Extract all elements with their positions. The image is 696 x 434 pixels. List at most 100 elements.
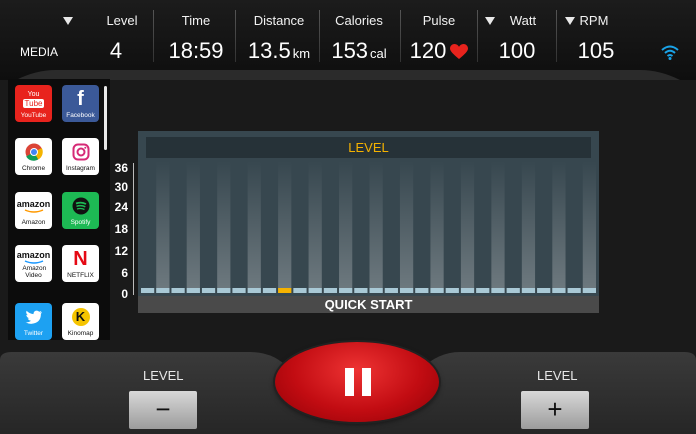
media-label[interactable]: MEDIA <box>20 45 58 59</box>
stat-rpm-value: 105 <box>577 38 615 63</box>
segment-bar <box>232 288 246 293</box>
segment-column-guide <box>308 161 322 293</box>
segment-bar <box>141 288 155 293</box>
spotify-icon <box>62 196 99 216</box>
segment-bar <box>217 288 231 293</box>
segment-column-guide <box>278 161 292 293</box>
app-netflix[interactable]: N NETFLIX <box>62 245 99 282</box>
app-chrome[interactable]: Chrome <box>15 138 52 175</box>
amazon-video-smile-icon <box>24 259 43 264</box>
program-name: QUICK START <box>138 296 599 313</box>
amazon-logo: amazon <box>16 198 51 209</box>
app-twitter-label: Twitter <box>23 330 44 337</box>
app-amazon-video-label: Amazon Video <box>22 265 47 279</box>
plus-icon: + <box>547 394 563 424</box>
app-kinomap-label: Kinomap <box>67 330 94 337</box>
segment-column-guide <box>460 161 475 293</box>
segment-bar <box>323 288 338 293</box>
app-instagram[interactable]: Instagram <box>62 138 99 175</box>
stat-time-value: 18:59 <box>168 38 224 63</box>
app-twitter[interactable]: Twitter <box>15 303 52 340</box>
stat-watt-label: Watt <box>509 13 537 28</box>
segment-bar <box>156 288 170 293</box>
segment-bar <box>460 288 475 293</box>
level-dropdown-icon[interactable] <box>63 17 73 25</box>
netflix-logo: N <box>73 247 88 270</box>
facebook-icon: f <box>62 87 99 110</box>
segment-column-guide <box>582 161 596 293</box>
stat-watt[interactable]: Watt 100 <box>478 0 556 70</box>
level-label-right: LEVEL <box>537 368 578 383</box>
app-amazon-video[interactable]: amazon Amazon Video <box>15 245 52 282</box>
stat-level[interactable]: Level 4 <box>90 0 142 70</box>
level-decrease-button[interactable]: − <box>129 391 197 429</box>
segment-bar <box>339 288 353 293</box>
stat-distance: Distance 13.5 km <box>238 0 320 70</box>
facebook-logo: f <box>77 87 84 110</box>
app-facebook[interactable]: f Facebook <box>62 85 99 122</box>
segment-bar <box>369 288 383 293</box>
amazon-video-logo: amazon <box>16 249 51 260</box>
app-netflix-label: NETFLIX <box>67 272 94 279</box>
segment-column-guide <box>247 161 261 293</box>
segment-column-guide <box>186 161 200 293</box>
segment-bar <box>537 288 551 293</box>
stat-watt-value: 100 <box>498 38 536 63</box>
heart-icon <box>450 44 469 60</box>
divider <box>400 10 401 62</box>
app-amazon[interactable]: amazon Amazon <box>15 192 52 229</box>
sidebar-scrollbar[interactable] <box>104 86 107 150</box>
y-tick-label: 36 <box>114 161 128 175</box>
segment-bar <box>567 288 581 293</box>
stat-calories-label: Calories <box>335 13 383 28</box>
app-kinomap[interactable]: K Kinomap <box>62 303 99 340</box>
segment-bar <box>521 288 536 293</box>
segment-bar <box>430 288 444 293</box>
stat-level-label: Level <box>106 13 138 28</box>
chart-title: LEVEL <box>146 137 591 158</box>
stat-calories: Calories 153 cal <box>320 0 398 70</box>
level-profile-chart: LEVEL QUICK START <box>138 131 599 313</box>
stat-time: Time 18:59 <box>158 0 234 70</box>
divider <box>153 10 154 62</box>
segment-column-guide <box>369 161 383 293</box>
stat-distance-label: Distance <box>253 13 305 28</box>
twitter-icon <box>15 307 52 327</box>
level-increase-button[interactable]: + <box>521 391 589 429</box>
y-tick-label: 30 <box>114 180 128 194</box>
segment-bar <box>552 288 566 293</box>
distance-number: 13.5 <box>247 38 291 63</box>
instagram-icon <box>62 142 99 162</box>
amazon-video-icon: amazon <box>15 247 52 267</box>
stat-time-label: Time <box>181 13 211 28</box>
segment-bar <box>171 288 185 293</box>
segment-bar <box>201 288 216 293</box>
segment-bar <box>415 288 429 293</box>
segment-column-guide <box>156 161 170 293</box>
segment-column-guide <box>217 161 231 293</box>
divider <box>235 10 236 62</box>
stat-pulse-label: Pulse <box>422 13 456 28</box>
pause-button[interactable] <box>275 342 439 422</box>
app-facebook-label: Facebook <box>66 112 95 119</box>
stat-rpm[interactable]: RPM 105 <box>558 0 634 70</box>
y-axis-line <box>133 163 134 295</box>
app-youtube[interactable]: You Tube YouTube <box>15 85 52 122</box>
segment-bar <box>506 288 520 293</box>
calories-number: 153 <box>331 38 369 63</box>
app-spotify[interactable]: Spotify <box>62 192 99 229</box>
segment-bar <box>293 288 307 293</box>
pause-icon <box>345 368 371 396</box>
pulse-number: 120 <box>409 38 447 63</box>
app-spotify-label: Spotify <box>70 219 91 226</box>
segment-column-guide <box>430 161 444 293</box>
segment-column-guide <box>521 161 536 293</box>
calories-unit: cal <box>370 46 387 61</box>
segment-bar <box>354 288 368 293</box>
segment-bar <box>384 288 398 293</box>
stat-rpm-label: RPM <box>579 13 609 28</box>
stat-pulse-value: 120 <box>402 38 476 64</box>
segment-column-guide <box>491 161 505 293</box>
segment-bar <box>476 288 490 293</box>
youtube-icon: You Tube <box>15 88 52 110</box>
